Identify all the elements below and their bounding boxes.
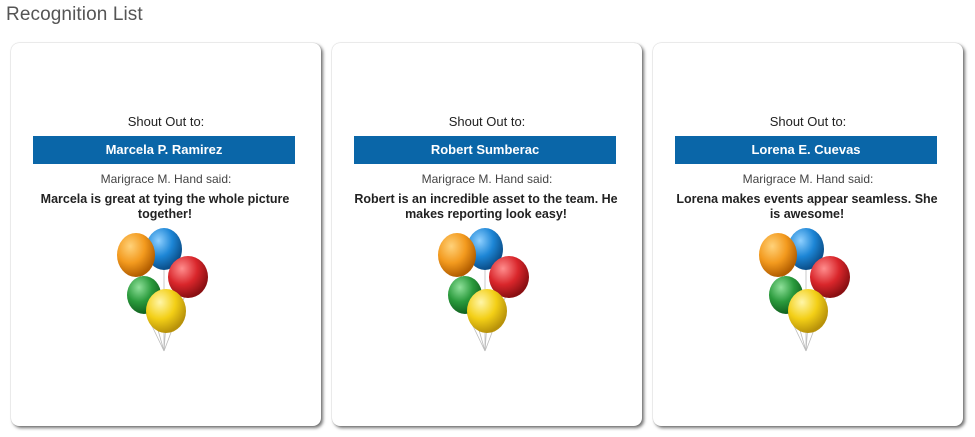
recipient-name: Lorena E. Cuevas bbox=[675, 136, 937, 164]
recognition-message: Marcela is great at tying the whole pict… bbox=[40, 192, 290, 221]
balloons-icon bbox=[759, 228, 850, 352]
page-title: Recognition List bbox=[6, 4, 143, 25]
recipient-name: Marcela P. Ramirez bbox=[33, 136, 295, 164]
shout-out-label: Shout Out to: bbox=[769, 114, 847, 129]
sender-said-label: Marigrace M. Hand said: bbox=[100, 172, 232, 186]
sender-said-label: Marigrace M. Hand said: bbox=[421, 172, 553, 186]
recognition-card-list: Shout Out to: Marcela P. Ramirez Marigra… bbox=[8, 43, 966, 429]
recognition-card[interactable]: Shout Out to: Robert Sumberac Marigrace … bbox=[332, 43, 642, 426]
recognition-message: Lorena makes events appear seamless. She… bbox=[676, 192, 938, 221]
shout-out-label: Shout Out to: bbox=[448, 114, 526, 129]
recognition-message: Robert is an incredible asset to the tea… bbox=[354, 192, 618, 221]
recognition-card[interactable]: Shout Out to: Marcela P. Ramirez Marigra… bbox=[11, 43, 321, 426]
sender-said-label: Marigrace M. Hand said: bbox=[742, 172, 874, 186]
balloons-icon bbox=[438, 228, 529, 352]
recognition-card[interactable]: Shout Out to: Lorena E. Cuevas Marigrace… bbox=[653, 43, 963, 426]
balloons-icon bbox=[117, 228, 208, 352]
shout-out-label: Shout Out to: bbox=[127, 114, 205, 129]
recipient-name: Robert Sumberac bbox=[354, 136, 616, 164]
